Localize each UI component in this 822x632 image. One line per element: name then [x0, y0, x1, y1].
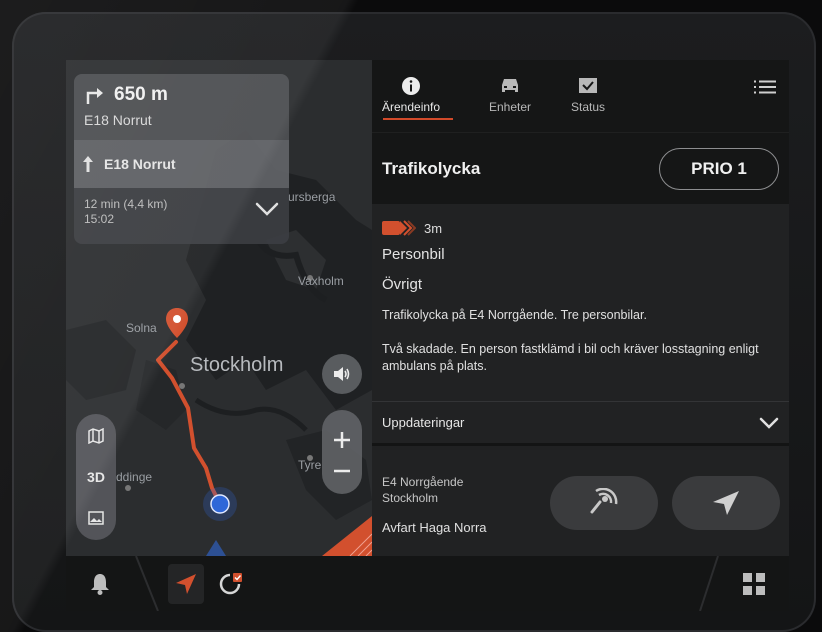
refresh-icon	[219, 573, 242, 595]
priority-flag-icon	[382, 220, 416, 236]
speaker-icon	[334, 367, 350, 381]
volume-button[interactable]	[322, 354, 362, 394]
navigation-mode-button[interactable]	[168, 564, 204, 604]
view-mode-selector: 3D	[76, 414, 116, 540]
priority-button[interactable]: PRIO 1	[659, 147, 779, 190]
radio-signal-button[interactable]	[550, 476, 658, 530]
incident-details: 3m Personbil Övrigt Trafikolycka på E4 N…	[372, 204, 789, 402]
nav-next-maneuver: E18 Norrut	[74, 140, 289, 188]
navigate-icon	[713, 491, 739, 515]
incident-age: 3m	[424, 220, 443, 236]
bell-icon	[91, 574, 109, 595]
chevron-down-icon[interactable]	[255, 202, 279, 216]
3d-view-button[interactable]: 3D	[76, 457, 116, 497]
refresh-button[interactable]	[212, 564, 248, 604]
tab-label: Status	[571, 100, 606, 114]
description-detail: Två skadade. En person fastklämd i bil o…	[382, 342, 759, 373]
minus-icon[interactable]	[333, 469, 351, 473]
nav-eta: 12 min (4,4 km)	[84, 197, 168, 211]
incident-title: Trafikolycka	[382, 158, 481, 178]
info-icon	[402, 77, 421, 95]
tablet-frame: ursberga Vaxholm Solna Stockholm Tyre dd…	[12, 12, 816, 632]
nav-distance: 650 m	[114, 84, 168, 105]
nav-eta-block: 12 min (4,4 km) 15:02	[74, 188, 289, 244]
zoom-control	[322, 410, 362, 494]
chevron-down-icon	[759, 417, 779, 429]
navigate-icon	[176, 574, 196, 594]
list-icon[interactable]	[753, 80, 777, 94]
car-icon	[502, 79, 519, 92]
updates-section-toggle[interactable]: Uppdateringar	[372, 402, 789, 446]
navigation-card[interactable]: 650 m E18 Norrut E18 Norrut 12 min (4,4 …	[74, 74, 289, 244]
navigate-to-incident-button[interactable]	[672, 476, 780, 530]
map-view[interactable]: ursberga Vaxholm Solna Stockholm Tyre dd…	[66, 60, 372, 556]
radio-signal-icon	[590, 488, 618, 514]
destination-pin-icon[interactable]	[166, 308, 188, 340]
address-section: E4 Norrgående Stockholm Avfart Haga Norr…	[372, 450, 789, 556]
plus-icon[interactable]	[333, 431, 351, 449]
corner-stripe-decoration	[322, 516, 372, 556]
tab-enheter[interactable]: Enheter	[489, 76, 531, 114]
incident-panel: Ärendeinfo Enheter Status Trafikolycka P…	[372, 60, 789, 556]
apps-button[interactable]	[734, 564, 774, 604]
incident-age-row: 3m	[382, 220, 779, 236]
nav-road: E18 Norrut	[84, 112, 152, 128]
check-box-icon	[579, 78, 598, 93]
arrow-up-icon	[83, 156, 93, 172]
description-summary: Trafikolycka på E4 Norrgående. Tre perso…	[382, 308, 647, 322]
grid-icon	[743, 573, 765, 595]
nav-next-road: E18 Norrut	[104, 156, 176, 172]
nav-arrival-time: 15:02	[84, 212, 115, 226]
tab-label: Enheter	[489, 100, 532, 114]
map-icon	[88, 428, 104, 444]
current-position-icon	[203, 487, 237, 521]
tab-status[interactable]: Status	[571, 76, 605, 114]
image-icon	[88, 511, 104, 525]
tab-arendeinfo[interactable]: Ärendeinfo	[382, 76, 440, 114]
screen: ursberga Vaxholm Solna Stockholm Tyre dd…	[66, 60, 789, 611]
tab-label: Ärendeinfo	[382, 100, 441, 114]
notifications-button[interactable]	[80, 564, 120, 604]
bottom-bar	[66, 556, 789, 611]
satellite-view-button[interactable]	[76, 498, 116, 538]
incident-header: Trafikolycka PRIO 1	[372, 132, 789, 204]
active-tab-indicator	[383, 118, 453, 120]
incident-category: Övrigt	[382, 276, 423, 293]
updates-label: Uppdateringar	[382, 415, 465, 430]
nav-current-maneuver: 650 m E18 Norrut	[74, 74, 289, 140]
tab-bar: Ärendeinfo Enheter Status	[372, 60, 789, 132]
vehicle-type: Personbil	[382, 246, 445, 263]
turn-right-icon	[86, 88, 103, 104]
map-view-button[interactable]	[76, 416, 116, 456]
